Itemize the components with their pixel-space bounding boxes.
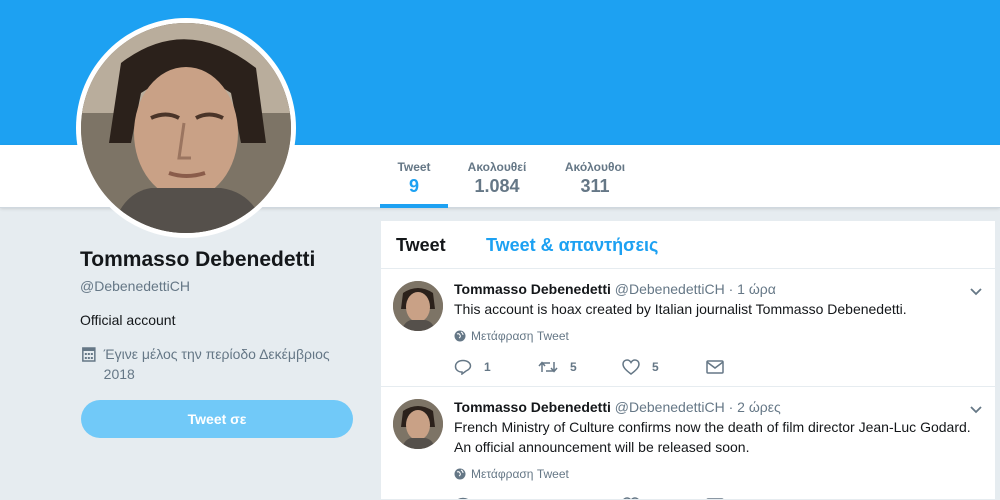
translate-tweet-label: Μετάφραση Tweet (471, 329, 569, 343)
profile-name[interactable]: Tommasso Debenedetti (80, 248, 360, 272)
reply-button[interactable]: 1 (454, 359, 538, 375)
calendar-icon (82, 347, 96, 362)
tweet-author-name[interactable]: Tommasso Debenedetti (454, 281, 611, 297)
tweet-item[interactable]: Tommasso Debenedetti @DebenedettiCH · 2 … (381, 387, 995, 499)
stat-tweets-value: 9 (408, 176, 419, 196)
chevron-down-icon[interactable] (969, 403, 983, 417)
retweet-count: 5 (570, 360, 577, 374)
profile-avatar[interactable] (76, 18, 296, 238)
timeline-tabs: Tweet Tweet & απαντήσεις (381, 221, 995, 269)
like-count: 5 (652, 360, 659, 374)
profile-joined-text: Έγινε μέλος την περίοδο Δεκέμβριος 2018 (103, 346, 330, 382)
stat-tweets[interactable]: Tweet 9 (380, 145, 448, 208)
tweet-timestamp[interactable]: · 2 ώρες (729, 399, 781, 415)
stat-followers[interactable]: Ακόλουθοι 311 (556, 145, 634, 208)
avatar-photo (81, 23, 291, 233)
tweet-header: Tommasso Debenedetti @DebenedettiCH · 2 … (454, 399, 781, 415)
profile-joined: Έγινε μέλος την περίοδο Δεκέμβριος 2018 (80, 344, 360, 384)
globe-icon (454, 468, 466, 480)
reply-icon (454, 359, 472, 375)
translate-tweet-link[interactable]: Μετάφραση Tweet (454, 329, 569, 343)
message-icon (706, 360, 724, 374)
reply-count: 1 (484, 360, 491, 374)
tab-tweets[interactable]: Tweet (396, 235, 446, 256)
globe-icon (454, 330, 466, 342)
translate-tweet-link[interactable]: Μετάφραση Tweet (454, 467, 569, 481)
like-button[interactable]: 5 (622, 359, 706, 375)
tweet-item[interactable]: Tommasso Debenedetti @DebenedettiCH · 1 … (381, 269, 995, 387)
tweet-author-handle[interactable]: @DebenedettiCH (615, 399, 725, 415)
tweet-avatar[interactable] (393, 281, 443, 331)
tweet-author-name[interactable]: Tommasso Debenedetti (454, 399, 611, 415)
tweet-text: French Ministry of Culture confirms now … (454, 419, 971, 455)
retweet-icon (538, 361, 558, 373)
tweet-actions: 1 5 5 (454, 359, 724, 375)
translate-tweet-label: Μετάφραση Tweet (471, 467, 569, 481)
chevron-down-icon[interactable] (969, 285, 983, 299)
retweet-button[interactable]: 5 (538, 359, 622, 375)
stat-followers-value: 311 (580, 176, 610, 196)
tab-tweets-and-replies[interactable]: Tweet & απαντήσεις (486, 235, 658, 256)
stat-following[interactable]: Ακολουθεί 1.084 (458, 145, 536, 208)
stat-following-value: 1.084 (474, 176, 520, 196)
stat-followers-label: Ακόλουθοι (564, 160, 626, 174)
stat-tweets-label: Tweet (397, 160, 431, 174)
stat-following-label: Ακολουθεί (467, 160, 527, 174)
profile-info: Tommasso Debenedetti @DebenedettiCH Offi… (80, 248, 360, 384)
tweet-avatar[interactable] (393, 399, 443, 449)
direct-message-button[interactable] (706, 360, 724, 374)
like-icon (622, 359, 640, 375)
tweet-text: This account is hoax created by Italian … (454, 301, 907, 317)
tweet-author-handle[interactable]: @DebenedettiCH (615, 281, 725, 297)
profile-handle[interactable]: @DebenedettiCH (80, 278, 360, 294)
profile-bio: Official account (80, 312, 176, 328)
tweet-to-button[interactable]: Tweet σε (81, 400, 353, 438)
tweet-header: Tommasso Debenedetti @DebenedettiCH · 1 … (454, 281, 776, 297)
timeline: Tweet Tweet & απαντήσεις Tommasso Debene… (380, 220, 996, 500)
tweet-timestamp[interactable]: · 1 ώρα (729, 281, 776, 297)
